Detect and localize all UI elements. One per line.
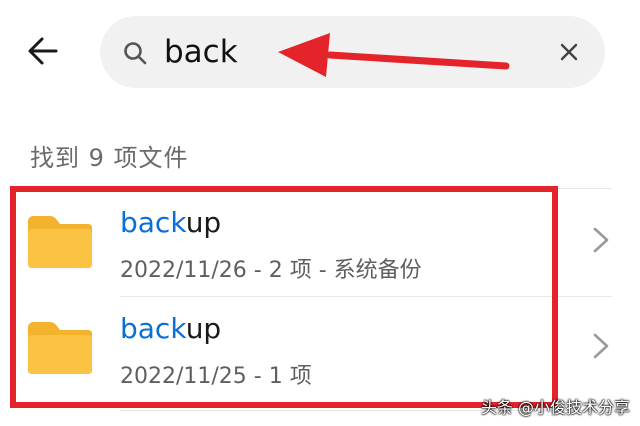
file-name: backup <box>120 312 221 345</box>
folder-icon <box>28 216 92 268</box>
search-input[interactable] <box>164 28 524 76</box>
file-name-match: back <box>120 312 186 345</box>
list-item[interactable]: backup 2022/11/26 - 2 项 - 系统备份 <box>20 192 620 296</box>
search-icon <box>124 42 147 65</box>
close-icon <box>560 43 578 61</box>
search-bar[interactable] <box>100 16 605 88</box>
list-item[interactable]: backup 2022/11/25 - 1 项 <box>20 298 620 402</box>
file-name: backup <box>120 206 221 239</box>
file-name-rest: up <box>185 206 222 239</box>
result-count-label: 找到 9 项文件 <box>30 144 189 172</box>
file-meta: 2022/11/25 - 1 项 <box>120 364 312 389</box>
back-button[interactable] <box>20 28 66 74</box>
back-arrow-icon <box>28 37 58 65</box>
chevron-right-icon <box>593 333 609 359</box>
chevron-right-icon <box>593 227 609 253</box>
file-name-rest: up <box>185 312 222 345</box>
list-divider <box>120 188 612 189</box>
list-divider <box>120 296 612 297</box>
watermark: 头条 @小俊技术分享 <box>480 398 630 417</box>
folder-icon <box>28 322 92 374</box>
file-name-match: back <box>120 206 186 239</box>
file-meta: 2022/11/26 - 2 项 - 系统备份 <box>120 258 422 283</box>
clear-search-button[interactable] <box>553 36 585 68</box>
